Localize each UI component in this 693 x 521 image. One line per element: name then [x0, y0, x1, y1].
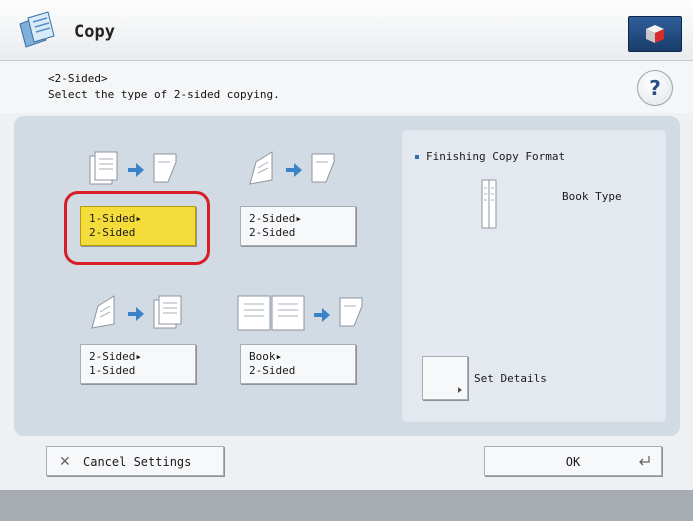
option-label-line2: 2-Sided	[249, 364, 296, 377]
cancel-settings-label: Cancel Settings	[83, 455, 192, 469]
title-bar: Copy	[0, 0, 693, 61]
screen-header	[0, 61, 693, 113]
ok-label: OK	[565, 455, 581, 469]
option-label-line2: 1-Sided	[89, 364, 136, 377]
book-to-2-sided-icon	[237, 295, 363, 331]
close-icon: ✕	[59, 454, 71, 470]
option-label-line2: 2-Sided	[249, 226, 296, 239]
copy-icon	[19, 11, 55, 48]
2-sided-to-1-sided-icon	[91, 295, 182, 329]
enter-arrow-icon	[639, 456, 650, 466]
app-title: Copy	[74, 22, 115, 42]
help-button[interactable]: ?	[637, 70, 673, 106]
option-2-sided-to-1-sided[interactable]: 2-Sided▸ 1-Sided	[80, 344, 196, 384]
status-monitor-button[interactable]	[628, 16, 682, 52]
1-sided-to-2-sided-icon	[89, 151, 177, 185]
option-label-line1: 2-Sided▸	[89, 350, 142, 363]
screen-subtitle: <2-Sided>	[48, 72, 108, 85]
set-details-label: Set Details	[474, 372, 547, 385]
instruction-text: Select the type of 2-sided copying.	[48, 88, 280, 101]
finishing-format-value: Book Type	[562, 190, 622, 203]
2-sided-to-2-sided-icon	[249, 151, 335, 185]
option-book-to-2-sided[interactable]: Book▸ 2-Sided	[240, 344, 356, 384]
book-type-icon	[481, 179, 497, 229]
set-details-button[interactable]	[422, 356, 468, 400]
ok-button[interactable]: OK	[484, 446, 662, 476]
option-label-line1: Book▸	[249, 350, 283, 363]
option-2-sided-to-2-sided[interactable]: 2-Sided▸ 2-Sided	[240, 206, 356, 246]
option-label-line1: 2-Sided▸	[249, 212, 302, 225]
cancel-settings-button[interactable]: ✕ Cancel Settings	[46, 446, 224, 476]
counter-check-icon	[646, 25, 664, 43]
status-bar	[0, 490, 693, 521]
finishing-format-title: Finishing Copy Format	[414, 150, 566, 163]
selection-highlight	[64, 191, 210, 265]
